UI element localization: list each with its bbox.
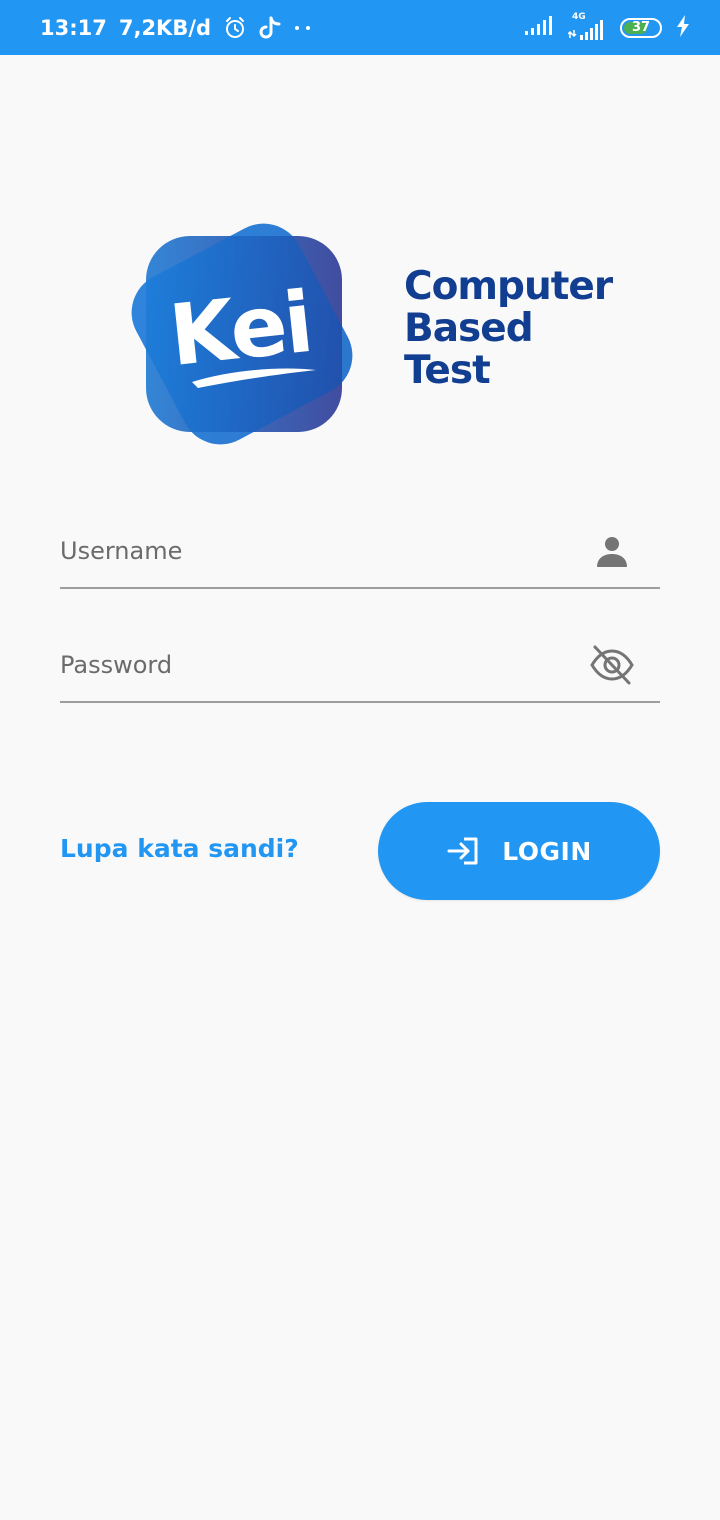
- eye-off-icon[interactable]: [588, 645, 636, 685]
- status-left: 13:17 7,2KB/d: [40, 0, 313, 55]
- status-right: 4G 37: [524, 0, 690, 55]
- login-label: LOGIN: [502, 836, 592, 866]
- network-speed: 7,2KB/d: [118, 15, 212, 40]
- app-title-line-3: Test: [404, 348, 491, 393]
- logo-brand-text: Kei: [165, 273, 315, 385]
- username-field: [60, 527, 660, 589]
- alarm-icon: [223, 16, 247, 40]
- status-bar: 13:17 7,2KB/d 4G 37: [0, 0, 720, 55]
- person-icon: [588, 531, 636, 571]
- app-title: Computer Based Test: [404, 264, 613, 393]
- tiktok-icon: [259, 16, 281, 40]
- password-input[interactable]: [60, 641, 570, 689]
- forgot-password-link[interactable]: Lupa kata sandi?: [60, 834, 299, 863]
- username-input[interactable]: [60, 527, 570, 575]
- login-icon: [446, 836, 480, 866]
- battery-icon: 37: [620, 17, 662, 38]
- login-button[interactable]: LOGIN: [378, 802, 660, 900]
- battery-level: 37: [631, 20, 651, 35]
- app-title-line-2: Based: [404, 306, 534, 351]
- password-field: [60, 641, 660, 703]
- kei-logo: Kei: [120, 210, 370, 460]
- signal-4g-icon: 4G: [568, 12, 606, 42]
- charging-icon: [676, 14, 690, 41]
- status-time: 13:17: [40, 15, 107, 40]
- more-dots-icon: [293, 23, 313, 33]
- signal-icon: [524, 15, 554, 40]
- app-title-line-1: Computer: [404, 264, 613, 309]
